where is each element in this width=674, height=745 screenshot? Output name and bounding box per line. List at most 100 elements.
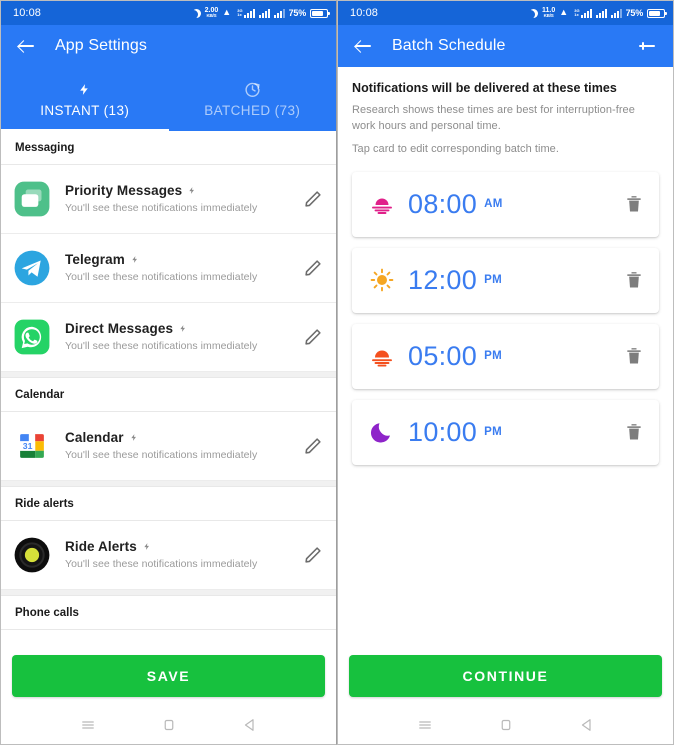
moon-icon bbox=[192, 9, 201, 18]
list-item-title: Ride Alerts bbox=[65, 538, 137, 554]
list-item-text: Direct Messages You'll see these notific… bbox=[65, 321, 302, 354]
lightning-bolt-icon bbox=[188, 185, 196, 196]
plus-icon[interactable] bbox=[635, 34, 659, 58]
list-item[interactable]: Direct Messages You'll see these notific… bbox=[1, 303, 336, 372]
app-settings-list: Messaging Priority Messages You'll see t… bbox=[1, 131, 336, 648]
signal-bars-icon bbox=[258, 8, 270, 18]
status-bar-clock: 10:08 bbox=[13, 7, 42, 19]
whatsapp-app-icon bbox=[13, 318, 51, 356]
right-phone-screen: 10:08 11.0 KB/S 3G 1x 75% bbox=[337, 0, 674, 745]
list-item-title: Priority Messages bbox=[65, 182, 183, 198]
batch-schedule-content: Notifications will be delivered at these… bbox=[338, 67, 673, 648]
android-nav-bar bbox=[338, 706, 673, 744]
arrow-back-icon[interactable] bbox=[15, 35, 37, 57]
network-speed-unit: KB/S bbox=[543, 13, 554, 19]
battery-icon bbox=[310, 8, 330, 18]
screenshot-root: 10:08 2.00 KB/S 3G 1x 75% bbox=[0, 0, 674, 745]
right-app-bar: Batch Schedule bbox=[338, 25, 673, 67]
batch-hint: Tap card to edit corresponding batch tim… bbox=[352, 143, 559, 156]
schedule-card[interactable]: 08:00 AM bbox=[352, 171, 659, 237]
sim-label-bottom: 1x bbox=[574, 12, 579, 18]
moon-icon bbox=[370, 420, 394, 444]
list-item-text: Ride Alerts You'll see these notificatio… bbox=[65, 539, 302, 572]
schedule-card[interactable]: 12:00 PM bbox=[352, 247, 659, 313]
trash-icon[interactable] bbox=[624, 421, 644, 443]
left-phone-screen: 10:08 2.00 KB/S 3G 1x 75% bbox=[0, 0, 337, 745]
schedule-card-list: 08:00 AM 12:00 PM 05:00 PM 10:00 PM bbox=[352, 171, 659, 465]
battery-icon bbox=[647, 8, 667, 18]
network-speed-icon: 11.0 KB/S bbox=[542, 7, 555, 19]
pencil-icon[interactable] bbox=[302, 257, 324, 279]
save-button[interactable]: SAVE bbox=[12, 655, 325, 697]
batch-description: Research shows these times are best for … bbox=[352, 104, 635, 132]
schedule-time: 08:00 bbox=[408, 188, 478, 219]
recents-menu-icon[interactable] bbox=[79, 716, 97, 734]
home-square-icon[interactable] bbox=[160, 716, 178, 734]
sunset-icon bbox=[370, 344, 394, 368]
battery-percent-label: 75% bbox=[625, 8, 644, 18]
arrow-back-icon[interactable] bbox=[352, 35, 374, 57]
status-bar-icons: 11.0 KB/S 3G 1x 75% bbox=[529, 7, 667, 19]
list-item-subtitle: You'll see these notifications immediate… bbox=[65, 557, 258, 570]
list-item-subtitle: You'll see these notifications immediate… bbox=[65, 339, 258, 352]
signal-bars-secondary-icon bbox=[273, 8, 285, 18]
moon-icon bbox=[529, 9, 538, 18]
status-bar-icons: 2.00 KB/S 3G 1x 75% bbox=[192, 7, 330, 19]
network-speed-icon: 2.00 KB/S bbox=[205, 7, 219, 19]
back-triangle-icon[interactable] bbox=[241, 716, 259, 734]
schedule-time: 10:00 bbox=[408, 416, 478, 447]
android-nav-bar bbox=[1, 706, 336, 744]
signal-bars-icon bbox=[595, 8, 607, 18]
tab-batched[interactable]: BATCHED (73) bbox=[169, 67, 337, 131]
schedule-card[interactable]: 10:00 PM bbox=[352, 399, 659, 465]
recents-menu-icon[interactable] bbox=[416, 716, 434, 734]
lightning-bolt-icon bbox=[78, 81, 91, 98]
list-item[interactable]: Priority Messages You'll see these notif… bbox=[1, 165, 336, 234]
batch-heading: Notifications will be delivered at these… bbox=[352, 81, 617, 95]
list-item-title: Telegram bbox=[65, 251, 125, 267]
list-item-subtitle: You'll see these notifications immediate… bbox=[65, 448, 258, 461]
clock-refresh-icon bbox=[244, 81, 261, 98]
schedule-card[interactable]: 05:00 PM bbox=[352, 323, 659, 389]
list-item[interactable]: 31 Calendar You'll see these notificatio… bbox=[1, 412, 336, 481]
sim-signal-icon: 3G 1x bbox=[237, 8, 255, 18]
list-item-subtitle: You'll see these notifications immediate… bbox=[65, 201, 258, 214]
list-item-text: Calendar You'll see these notifications … bbox=[65, 430, 302, 463]
pencil-icon[interactable] bbox=[302, 435, 324, 457]
pencil-icon[interactable] bbox=[302, 544, 324, 566]
section-header-phone-calls: Phone calls bbox=[1, 596, 336, 630]
home-square-icon[interactable] bbox=[497, 716, 515, 734]
page-title: App Settings bbox=[55, 37, 147, 54]
tab-batched-label: BATCHED (73) bbox=[204, 102, 301, 118]
section-header-ride-alerts: Ride alerts bbox=[1, 487, 336, 521]
continue-button[interactable]: CONTINUE bbox=[349, 655, 662, 697]
list-item-text: Telegram You'll see these notifications … bbox=[65, 252, 302, 285]
battery-percent-label: 75% bbox=[288, 8, 307, 18]
wifi-icon bbox=[559, 8, 570, 18]
pencil-icon[interactable] bbox=[302, 188, 324, 210]
telegram-app-icon bbox=[13, 249, 51, 287]
tab-instant[interactable]: INSTANT (13) bbox=[1, 67, 169, 131]
left-app-bar: App Settings bbox=[1, 25, 336, 67]
tab-bar: INSTANT (13) BATCHED (73) bbox=[1, 67, 336, 131]
wifi-icon bbox=[222, 8, 233, 18]
trash-icon[interactable] bbox=[624, 193, 644, 215]
pencil-icon[interactable] bbox=[302, 326, 324, 348]
list-item[interactable]: Ride Alerts You'll see these notificatio… bbox=[1, 521, 336, 590]
schedule-time: 12:00 bbox=[408, 264, 478, 295]
back-triangle-icon[interactable] bbox=[578, 716, 596, 734]
trash-icon[interactable] bbox=[624, 345, 644, 367]
lightning-bolt-icon bbox=[179, 323, 187, 334]
list-item[interactable]: Telegram You'll see these notifications … bbox=[1, 234, 336, 303]
schedule-meridiem: AM bbox=[484, 198, 503, 211]
ride-alerts-app-icon bbox=[13, 536, 51, 574]
trash-icon[interactable] bbox=[624, 269, 644, 291]
schedule-time: 05:00 bbox=[408, 340, 478, 371]
svg-text:31: 31 bbox=[23, 441, 33, 451]
sim-label-bottom: 1x bbox=[237, 12, 242, 18]
schedule-meridiem: PM bbox=[484, 350, 503, 363]
list-item-subtitle: You'll see these notifications immediate… bbox=[65, 270, 258, 283]
signal-bars-secondary-icon bbox=[610, 8, 622, 18]
schedule-meridiem: PM bbox=[484, 426, 503, 439]
list-item-title: Calendar bbox=[65, 429, 124, 445]
